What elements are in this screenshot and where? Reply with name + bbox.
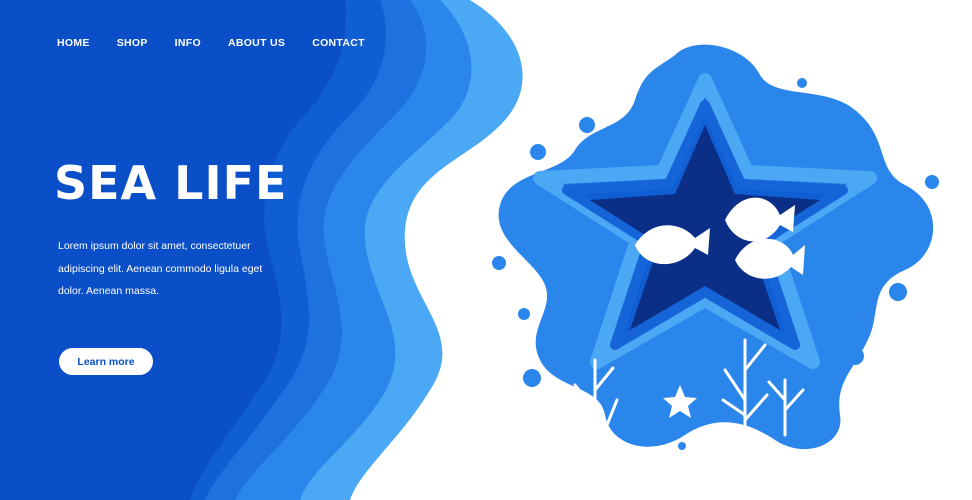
page-title: SEA LIFE	[54, 156, 288, 210]
hero-description: Lorem ipsum dolor sit amet, consectetuer…	[58, 240, 263, 297]
nav-home[interactable]: HOME	[57, 37, 90, 49]
nav-about-us[interactable]: ABOUT US	[228, 37, 285, 49]
top-nav: HOME SHOP INFO ABOUT US CONTACT	[57, 37, 392, 49]
nav-contact[interactable]: CONTACT	[312, 37, 365, 49]
learn-more-button[interactable]: Learn more	[59, 348, 153, 375]
starfish-frame	[498, 44, 934, 450]
nav-shop[interactable]: SHOP	[117, 37, 148, 49]
nav-info[interactable]: INFO	[175, 37, 201, 49]
